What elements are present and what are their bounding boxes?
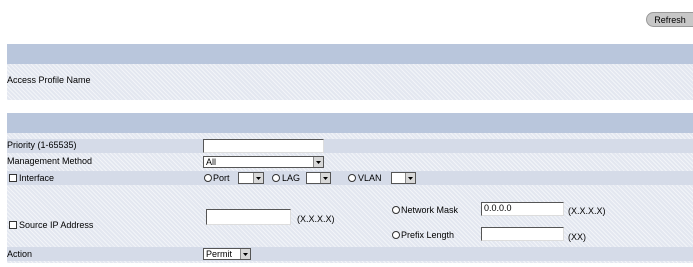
chevron-down-icon [240,249,250,259]
source-ip-checkbox[interactable] [9,221,17,229]
action-value: Permit [206,249,233,259]
network-mask-hint: (X.X.X.X) [568,206,606,216]
prefix-length-radio[interactable] [392,231,400,239]
network-mask-input[interactable]: 0.0.0.0 [481,202,564,216]
network-mask-radio[interactable] [392,206,400,214]
prefix-length-hint: (XX) [568,232,586,242]
chevron-down-icon [405,173,415,183]
access-profile-name-label: Access Profile Name [7,75,91,85]
management-method-label: Management Method [7,156,93,166]
lag-select[interactable] [306,172,331,184]
prefix-length-label: Prefix Length [401,230,455,240]
priority-input[interactable] [203,139,324,153]
interface-label: Interface [19,173,55,183]
source-ip-format-hint: (X.X.X.X) [297,214,335,224]
source-ip-label: Source IP Address [19,220,94,230]
rule-form: Priority (1-65535) Management Method All… [7,133,693,263]
network-mask-label: Network Mask [401,205,459,215]
action-label: Action [7,249,33,259]
profile-panel: Access Profile Name [7,64,693,100]
lag-radio[interactable] [272,174,280,182]
action-row [7,247,693,261]
vlan-label: VLAN [358,173,382,183]
port-label: Port [213,173,230,183]
action-select[interactable]: Permit [203,248,251,260]
port-radio[interactable] [204,174,212,182]
management-method-value: All [206,157,217,167]
prefix-length-input[interactable] [481,227,564,241]
chevron-down-icon [313,157,323,167]
port-select[interactable] [238,172,264,184]
priority-label: Priority (1-65535) [7,140,77,150]
management-method-select[interactable]: All [203,156,324,168]
vlan-radio[interactable] [348,174,356,182]
profile-panel-header [7,44,693,64]
interface-checkbox[interactable] [9,174,17,182]
lag-label: LAG [282,173,301,183]
source-ip-input[interactable] [206,209,291,225]
chevron-down-icon [320,173,330,183]
vlan-select[interactable] [391,172,416,184]
chevron-down-icon [253,173,263,183]
rule-panel-header [7,113,693,133]
refresh-button[interactable]: Refresh [646,12,693,27]
priority-row [7,139,693,153]
